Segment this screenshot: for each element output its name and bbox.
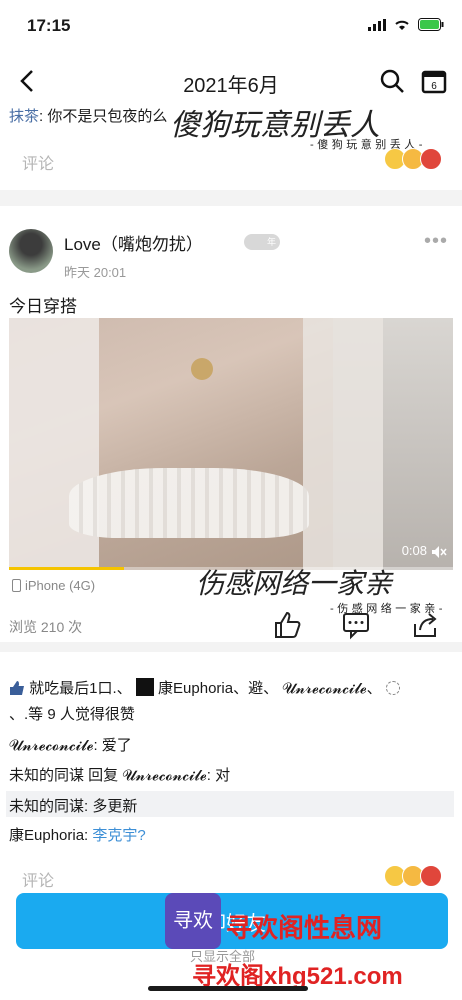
video-content	[303, 318, 383, 570]
divider	[0, 642, 462, 652]
avatar	[385, 681, 400, 695]
battery-icon	[418, 18, 444, 31]
author-name[interactable]: Love（嘴炮勿扰）	[64, 230, 203, 255]
status-icons	[368, 18, 444, 31]
reply-author[interactable]: 康Euphoria	[9, 827, 84, 844]
thumbs-up-icon	[10, 681, 24, 695]
previous-comment: 抹茶: 你不是只包夜的么	[9, 105, 167, 126]
post-text: 今日穿搭	[9, 297, 77, 316]
device-label: iPhone (4G)	[12, 578, 95, 593]
phone-icon	[12, 579, 21, 592]
emoji-group[interactable]	[384, 148, 442, 170]
likes-names[interactable]: 就吃最后1口.、	[29, 680, 132, 697]
view-count: 浏览 210 次	[9, 619, 83, 635]
comment-icon[interactable]	[341, 610, 371, 640]
banner-subtext: 只显示全部	[190, 949, 256, 964]
comment-author[interactable]: 抹茶	[9, 108, 39, 125]
search-icon[interactable]	[378, 67, 406, 95]
video-duration: 0:08	[401, 543, 427, 558]
divider	[0, 190, 462, 206]
video-content	[69, 468, 309, 538]
reply-author[interactable]: 未知的同谋 回复 𝓤𝓷𝓻𝓮𝓬𝓸𝓷𝓬𝓲𝓵𝓮	[9, 767, 207, 784]
video-progress-fill	[9, 567, 125, 570]
reply-text: : 对	[206, 767, 231, 784]
ysl-logo-icon	[135, 678, 154, 696]
status-bar: 17:15	[0, 0, 462, 50]
likes-summary: 就吃最后1口.、 康Euphoria、避、 𝓤𝓷𝓻𝓮𝓬𝓸𝓷𝓬𝓲𝓵𝓮、 、.等 9…	[9, 676, 453, 728]
comment-row: 评论	[0, 140, 462, 180]
likes-count-text: 、.等 9 人觉得很赞	[9, 706, 135, 723]
svg-text:6: 6	[431, 81, 437, 92]
mute-icon[interactable]	[431, 545, 447, 559]
reply-item[interactable]: 未知的同谋 回复 𝓤𝓷𝓻𝓮𝓬𝓸𝓷𝓬𝓲𝓵𝓮: 对	[9, 764, 230, 785]
video-content	[191, 358, 213, 380]
reply-text: : 多更新	[84, 798, 138, 815]
reply-item[interactable]: 未知的同谋: 多更新	[9, 795, 137, 816]
watermark-text: 寻欢阁性息网	[226, 913, 383, 943]
likes-names[interactable]: 康Euphoria、避、 𝓤𝓷𝓻𝓮𝓬𝓸𝓷𝓬𝓲𝓵𝓮、	[158, 680, 382, 697]
angry-emoji-icon	[420, 148, 442, 170]
watermark-logo: 寻欢	[165, 893, 221, 949]
vip-badge: 年	[244, 234, 280, 250]
mention-link[interactable]: 李克宇?	[92, 827, 145, 844]
home-indicator	[148, 986, 308, 991]
reply-author[interactable]: 未知的同谋	[9, 798, 84, 815]
reply-author[interactable]: 𝓤𝓷𝓻𝓮𝓬𝓸𝓷𝓬𝓲𝓵𝓮	[9, 737, 93, 754]
comment-row: 评论	[0, 857, 462, 897]
more-options-icon[interactable]: •••	[424, 230, 448, 253]
post-timestamp: 昨天 20:01	[64, 265, 127, 280]
device-text: iPhone (4G)	[25, 578, 96, 593]
comment-input[interactable]: 评论	[22, 867, 54, 891]
comment-input[interactable]: 评论	[22, 150, 54, 174]
signal-icon	[368, 18, 386, 31]
comment-text: : 你不是只包夜的么	[39, 108, 168, 125]
reply-text: : 爱了	[93, 737, 132, 754]
status-time: 17:15	[27, 16, 71, 35]
like-icon[interactable]	[272, 610, 302, 640]
reply-item[interactable]: 康Euphoria: 李克宇?	[9, 824, 146, 845]
reply-item[interactable]: 𝓤𝓷𝓻𝓮𝓬𝓸𝓷𝓬𝓲𝓵𝓮: 爱了	[9, 734, 132, 755]
calendar-icon[interactable]: 6	[420, 67, 448, 95]
emoji-group[interactable]	[384, 865, 442, 887]
angry-emoji-icon	[420, 865, 442, 887]
video-player[interactable]: 0:08	[9, 318, 453, 570]
overlay-calligraphy: 伤感网络一家亲	[196, 567, 393, 600]
wifi-icon	[395, 20, 409, 30]
share-icon[interactable]	[410, 610, 440, 640]
avatar[interactable]	[9, 229, 53, 273]
